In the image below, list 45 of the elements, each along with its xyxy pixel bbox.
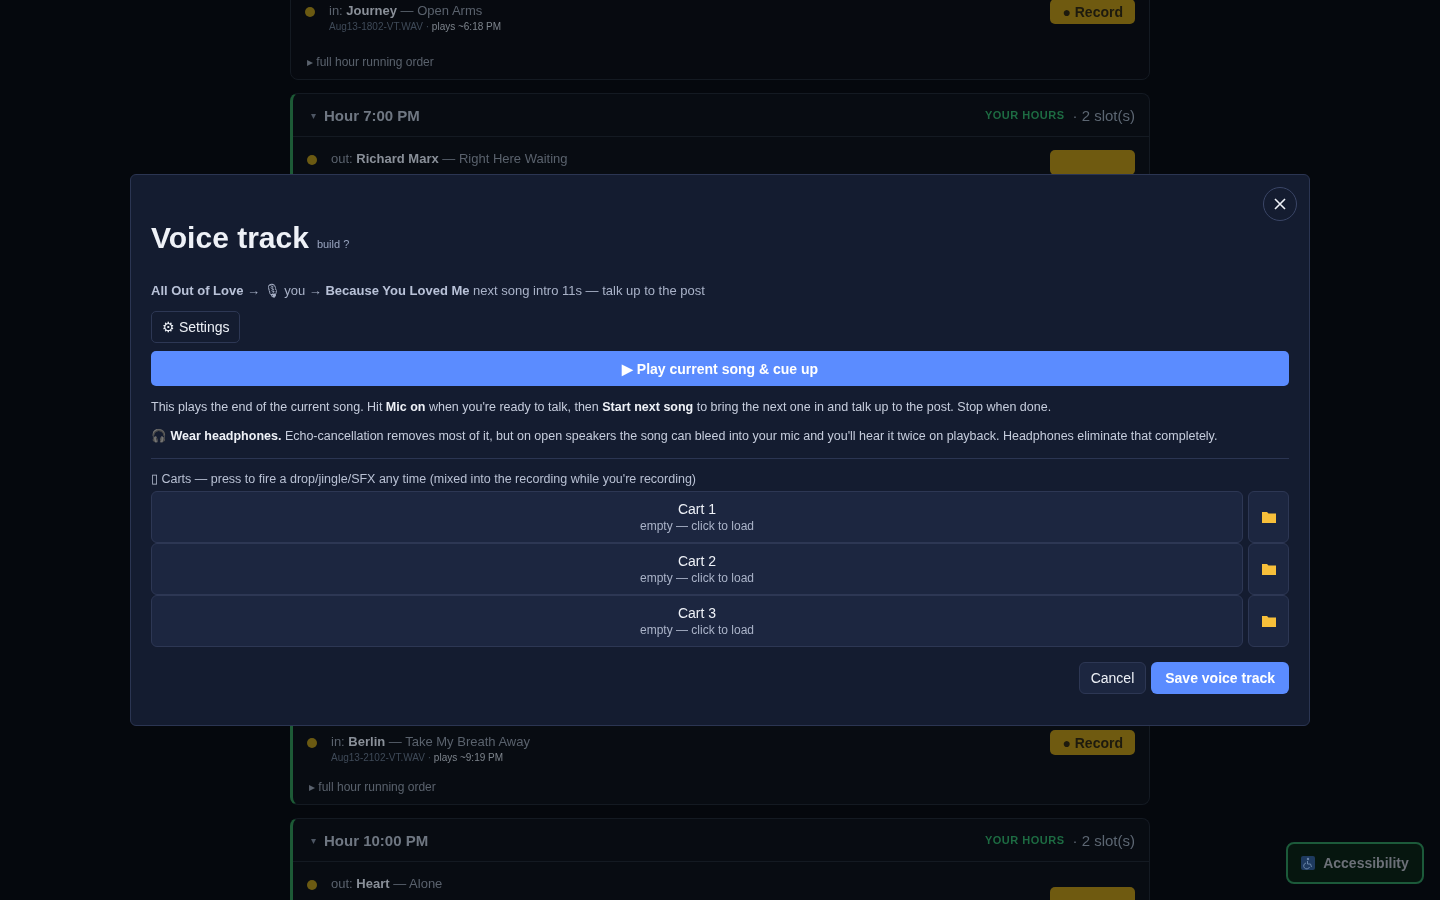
folder-icon — [1261, 563, 1276, 575]
help-text: This plays the end of the current song. Hit Mic on when you're ready to talk, then Start next song to bring the next one in and talk up to the post. Stop when done. — [151, 400, 1053, 414]
load-button[interactable] — [1248, 543, 1289, 595]
hour-title: Hour 10:00 PM — [324, 831, 430, 849]
cancel-button[interactable]: Cancel — [1078, 662, 1147, 694]
running-order-toggle[interactable]: ▸ full hour running order — [291, 55, 1149, 79]
status-dot — [307, 155, 317, 165]
dialog-title: Voice track — [151, 221, 309, 255]
running-order-toggle[interactable]: ▸ full hour running order — [293, 780, 1149, 804]
load-button[interactable] — [1248, 595, 1289, 647]
carts-label: ▯ Carts — press to fire a drop/jingle/SFX any time (mixed into the recording while you're recording) — [151, 471, 698, 486]
your-hours-label: YOUR HOURS — [984, 109, 1065, 121]
record-button[interactable]: ● Record — [1050, 0, 1135, 24]
slot-count: · 2 slot(s) — [1072, 831, 1135, 849]
slot-file: Aug13-2102-VT.WAV · plays ~9:19 PM — [331, 752, 505, 763]
close-button[interactable] — [1263, 187, 1297, 221]
song-flow-text: All Out of Love → 🎙 you → Because You Loved Me next song intro 11s — talk up to the post — [151, 283, 706, 298]
headphones-tip: 🎧 Wear headphones. Echo-cancellation removes most of it, but on open speakers the song can bleed into your mic and you'll hear it twice on playback. Headphones eliminate that completely. — [151, 428, 1219, 443]
status-dot — [307, 738, 317, 748]
status-dot — [305, 7, 315, 17]
slot-file: Aug13-1802-VT.WAV · plays ~6:18 PM — [329, 21, 503, 32]
your-hours-label: YOUR HOURS — [984, 834, 1065, 846]
save-button[interactable]: Save voice track — [1151, 662, 1289, 694]
play-button[interactable]: ▶ Play current song & cue up — [151, 351, 1289, 386]
slot-title: in: Berlin — Take My Breath Away — [331, 734, 531, 749]
close-icon — [1274, 198, 1286, 210]
slot-title: out: Richard Marx — Right Here Waiting — [331, 151, 569, 166]
record-button[interactable]: ● Record — [1050, 730, 1135, 755]
slot-title: out: Heart — Alone — [331, 876, 444, 891]
cart-button[interactable]: Cart 2 empty — click to load — [151, 543, 1243, 595]
accessibility-button[interactable]: Accessibility — [1286, 842, 1424, 884]
cart-button[interactable]: Cart 3 empty — click to load — [151, 595, 1243, 647]
folder-icon — [1261, 615, 1276, 627]
build-label: build ? — [316, 238, 350, 250]
slot-title: in: Journey — Open Arms — [329, 3, 484, 18]
cart-button[interactable]: Cart 1 empty — click to load — [151, 491, 1243, 543]
slot-count: · 2 slot(s) — [1072, 106, 1135, 124]
caret-icon[interactable]: ▾ — [311, 834, 316, 846]
folder-icon — [1261, 511, 1276, 523]
settings-button[interactable]: ⚙ Settings — [151, 311, 241, 343]
wheelchair-icon — [1301, 856, 1316, 870]
status-dot — [307, 880, 317, 890]
caret-icon[interactable]: ▾ — [311, 109, 316, 121]
load-button[interactable] — [1248, 491, 1289, 543]
hour-title: Hour 7:00 PM — [324, 106, 421, 124]
